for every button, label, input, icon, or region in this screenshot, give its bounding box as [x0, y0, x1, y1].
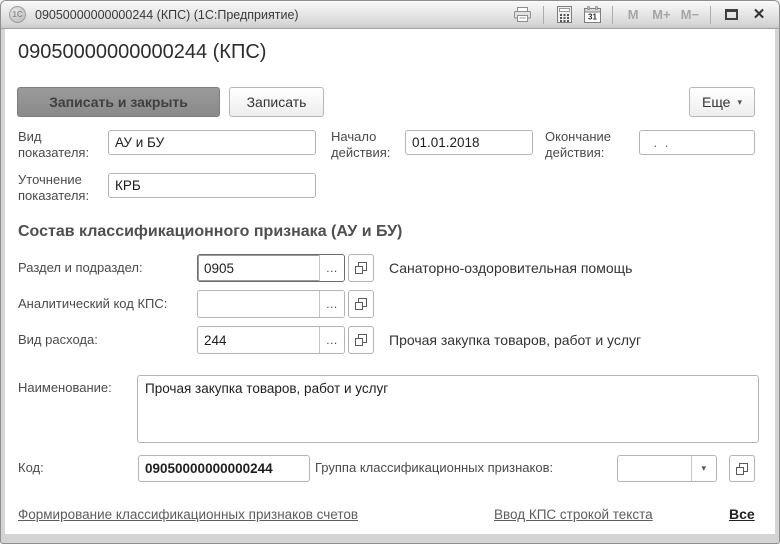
- rashod-choose-button[interactable]: ...: [319, 327, 344, 353]
- titlebar-separator: [612, 5, 614, 24]
- calendar-button[interactable]: 31: [580, 4, 604, 26]
- vid-label: Вид показателя:: [18, 129, 90, 160]
- close-icon: ✕: [752, 6, 766, 23]
- code-label: Код:: [18, 460, 44, 475]
- end-date-box: [639, 130, 755, 155]
- analytic-field-group: ...: [197, 290, 374, 318]
- save-button[interactable]: Записать: [229, 87, 324, 117]
- titlebar-separator: [710, 5, 711, 24]
- chevron-down-icon: ▾: [737, 96, 743, 107]
- rashod-label: Вид расхода:: [18, 332, 98, 347]
- vid-input-box: [108, 130, 316, 155]
- link-input-text[interactable]: Ввод КПС строкой текста: [494, 507, 653, 522]
- razdel-choose-button[interactable]: ...: [319, 255, 344, 281]
- calculator-icon: [556, 6, 572, 23]
- rashod-description: Прочая закупка товаров, работ и услуг: [389, 332, 642, 348]
- analytic-input[interactable]: [198, 291, 319, 317]
- rashod-field-group: ...: [197, 326, 374, 354]
- razdel-input[interactable]: [198, 255, 319, 281]
- open-icon: [736, 462, 748, 475]
- page-title: 09050000000000244 (КПС): [18, 41, 267, 63]
- more-button[interactable]: Еще ▾: [689, 87, 755, 117]
- 1c-logo-icon: 1С: [9, 6, 26, 23]
- memory-button[interactable]: M: [621, 4, 645, 26]
- razdel-input-box: ...: [197, 254, 345, 282]
- open-icon: [355, 334, 367, 346]
- group-dropdown-button[interactable]: ▾: [691, 456, 716, 481]
- rashod-input-box: ...: [197, 326, 345, 354]
- group-label: Группа классификационных признаков:: [315, 460, 554, 475]
- end-date-label: Окончание действия:: [545, 129, 612, 160]
- calculator-button[interactable]: [552, 4, 576, 26]
- group-field-group: ▾: [617, 455, 755, 482]
- start-date-box: [405, 130, 533, 155]
- code-input[interactable]: [139, 456, 309, 481]
- titlebar-separator: [543, 5, 545, 24]
- section-title: Состав классификационного признака (АУ и…: [18, 223, 403, 240]
- name-textarea[interactable]: Прочая закупка товаров, работ и услуг: [137, 375, 759, 443]
- open-icon: [355, 262, 367, 274]
- link-form-signs[interactable]: Формирование классификационных признаков…: [18, 507, 358, 522]
- group-combo-box: ▾: [617, 455, 717, 482]
- window-title: 09050000000000244 (КПС) (1С:Предприятие): [35, 7, 299, 22]
- utochnenie-input-box: [108, 173, 316, 198]
- svg-text:31: 31: [588, 13, 597, 22]
- calendar-icon: 31: [583, 6, 601, 23]
- titlebar-buttons: 31 M M+ M− ✕: [510, 4, 771, 26]
- window: 1С 09050000000000244 (КПС) (1С:Предприят…: [0, 0, 780, 544]
- print-button[interactable]: [510, 4, 535, 26]
- group-open-button[interactable]: [729, 455, 755, 482]
- utochnenie-label: Уточнение показателя:: [18, 172, 90, 203]
- analytic-label: Аналитический код КПС:: [18, 296, 168, 311]
- analytic-input-box: ...: [197, 290, 345, 318]
- maximize-button[interactable]: [719, 4, 743, 26]
- link-all[interactable]: Все: [729, 506, 755, 522]
- name-label: Наименование:: [18, 380, 112, 395]
- rashod-input[interactable]: [198, 327, 319, 353]
- close-button[interactable]: ✕: [747, 4, 771, 26]
- save-close-button[interactable]: Записать и закрыть: [17, 87, 220, 117]
- analytic-open-button[interactable]: [348, 290, 374, 318]
- more-button-label: Еще: [701, 94, 731, 110]
- razdel-field-group: ...: [197, 254, 374, 282]
- razdel-description: Санаторно-оздоровительная помощь: [389, 260, 633, 276]
- utochnenie-input[interactable]: [109, 174, 315, 197]
- group-input[interactable]: [618, 456, 691, 481]
- razdel-label: Раздел и подраздел:: [18, 260, 143, 275]
- razdel-open-button[interactable]: [348, 254, 374, 282]
- start-date-input[interactable]: [406, 131, 532, 154]
- rashod-open-button[interactable]: [348, 326, 374, 354]
- vid-input[interactable]: [109, 131, 315, 154]
- maximize-icon: [724, 9, 738, 20]
- memory-plus-button[interactable]: M+: [649, 4, 673, 26]
- open-icon: [355, 298, 367, 310]
- end-date-input[interactable]: [640, 131, 754, 154]
- analytic-choose-button[interactable]: ...: [319, 291, 344, 317]
- start-date-label: Начало действия:: [331, 129, 391, 160]
- form-area: 09050000000000244 (КПС) Записать и закры…: [5, 29, 775, 534]
- memory-minus-button[interactable]: M−: [678, 4, 702, 26]
- chevron-down-icon: ▾: [701, 463, 707, 473]
- printer-icon: [514, 7, 532, 22]
- titlebar[interactable]: 1С 09050000000000244 (КПС) (1С:Предприят…: [1, 1, 779, 29]
- code-input-box: [138, 455, 310, 482]
